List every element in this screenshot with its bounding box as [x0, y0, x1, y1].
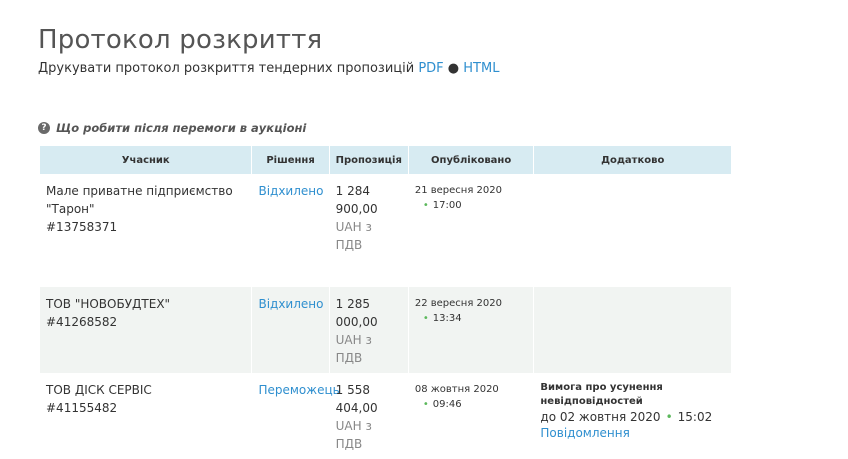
page-title: Протокол розкриття: [38, 25, 323, 56]
amount-currency: UAH з: [335, 419, 372, 433]
amount-value: 1 285: [335, 297, 370, 311]
table-row: ТОВ "НОВОБУДТЕХ" #41268582 Відхилено 1 2…: [40, 287, 732, 373]
table-row: ТОВ ДІСК СЕРВІС #41155482 Переможець 1 5…: [40, 373, 732, 459]
participant-name: ТОВ "НОВОБУДТЕХ": [46, 297, 171, 311]
bids-table: Учасник Рішення Пропозиція Опубліковано …: [40, 146, 732, 459]
decision-cell: Переможець: [251, 373, 340, 459]
decision-cell: Відхилено: [251, 174, 330, 287]
published-time: 13:34: [432, 313, 462, 324]
decision-link[interactable]: Відхилено: [258, 184, 323, 198]
requirement-deadline: до 02 жовтня 2020 • 15:02: [540, 409, 725, 425]
additional-cell: Вимога про усунення невідповідностей до …: [533, 373, 732, 459]
amount-value-cont: 000,00: [335, 315, 378, 329]
additional-cell: [533, 174, 732, 287]
help-link[interactable]: ? Що робити після перемоги в аукціоні: [38, 121, 306, 135]
published-time: 17:00: [432, 200, 462, 211]
proposal-cell: 1 284 900,00 UAH з ПДВ: [329, 174, 409, 287]
requirement-title-line: невідповідностей: [540, 396, 643, 407]
header-proposal: Пропозиція: [329, 146, 409, 174]
amount-currency: UAH з: [335, 333, 372, 347]
participant-name: Мале приватне підприємство: [46, 184, 233, 198]
participant-code: #41268582: [46, 315, 118, 329]
published-date: 22 вересня 2020: [414, 298, 502, 309]
requirement-title: Вимога про усунення невідповідностей: [540, 381, 725, 409]
published-date: 08 жовтня 2020: [414, 384, 499, 395]
bullet-icon: •: [422, 200, 429, 211]
deadline-date: до 02 жовтня 2020: [540, 410, 661, 424]
participant-name-cont: "Тарон": [46, 202, 95, 216]
published-date: 21 вересня 2020: [414, 185, 502, 196]
print-protocol-text: Друкувати протокол розкриття тендерних п…: [38, 61, 415, 76]
amount-vat: ПДВ: [335, 351, 363, 365]
table-row: Мале приватне підприємство "Тарон" #1375…: [40, 174, 732, 287]
table-header-row: Учасник Рішення Пропозиція Опубліковано …: [40, 146, 732, 174]
requirement-title-line: Вимога про усунення: [540, 382, 663, 393]
help-text[interactable]: Що робити після перемоги в аукціоні: [56, 121, 306, 135]
amount-value-cont: 900,00: [335, 202, 378, 216]
participant-name: ТОВ ДІСК СЕРВІС: [46, 383, 152, 397]
notification-link[interactable]: Повідомлення: [540, 426, 629, 440]
published-cell: 21 вересня 2020 • 17:00: [408, 174, 535, 287]
amount-value: 1 558: [335, 383, 370, 397]
amount-vat: ПДВ: [335, 238, 363, 252]
proposal-cell: 1 285 000,00 UAH з ПДВ: [329, 287, 409, 373]
participant-cell: Мале приватне підприємство "Тарон" #1375…: [40, 174, 253, 287]
bullet-icon: •: [422, 399, 429, 410]
header-additional: Додатково: [533, 146, 732, 174]
bullet-icon: •: [665, 410, 673, 424]
deadline-time: 15:02: [677, 410, 713, 424]
amount-currency: UAH з: [335, 220, 372, 234]
participant-cell: ТОВ ДІСК СЕРВІС #41155482: [40, 373, 253, 459]
published-time: 09:46: [432, 399, 462, 410]
participant-code: #13758371: [46, 220, 118, 234]
proposal-cell: 1 558 404,00 UAH з ПДВ: [329, 373, 409, 459]
decision-cell: Відхилено: [251, 287, 330, 373]
decision-link[interactable]: Переможець: [258, 383, 339, 397]
print-separator: ●: [447, 61, 460, 76]
additional-cell: [533, 287, 732, 373]
question-circle-icon: ?: [38, 122, 50, 134]
published-cell: 22 вересня 2020 • 13:34: [408, 287, 535, 373]
header-decision: Рішення: [251, 146, 330, 174]
participant-cell: ТОВ "НОВОБУДТЕХ" #41268582: [40, 287, 253, 373]
published-cell: 08 жовтня 2020 • 09:46: [408, 373, 535, 459]
print-html-link[interactable]: HTML: [463, 61, 499, 76]
bullet-icon: •: [422, 313, 429, 324]
print-protocol-line: Друкувати протокол розкриття тендерних п…: [38, 61, 499, 76]
decision-link[interactable]: Відхилено: [258, 297, 323, 311]
print-pdf-link[interactable]: PDF: [418, 61, 443, 76]
amount-vat: ПДВ: [335, 437, 363, 451]
header-published: Опубліковано: [408, 146, 535, 174]
amount-value: 1 284: [335, 184, 370, 198]
header-participant: Учасник: [40, 146, 253, 174]
